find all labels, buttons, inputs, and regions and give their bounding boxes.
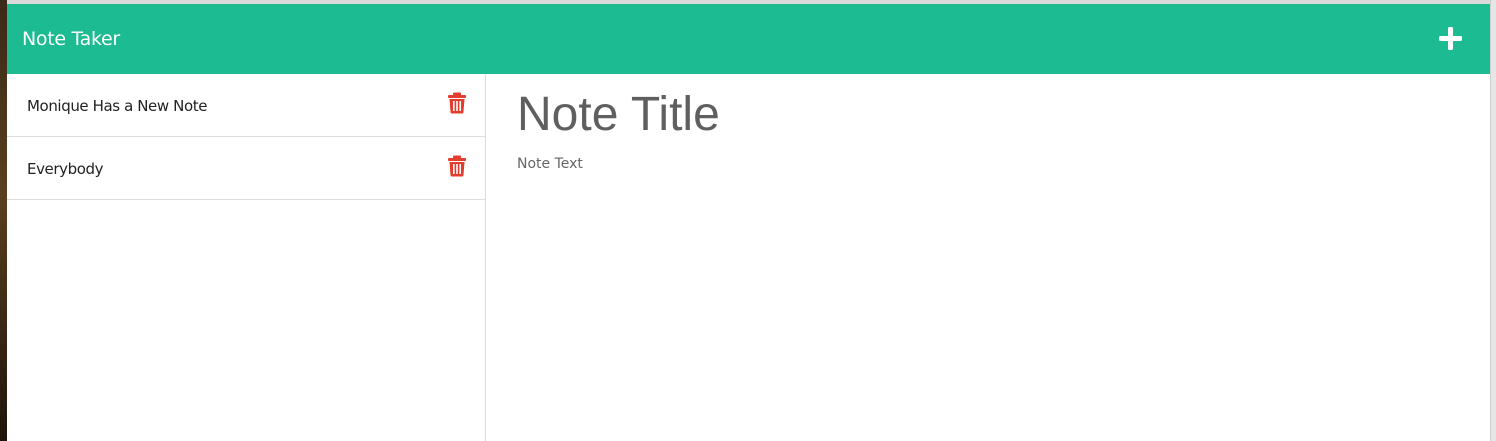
trash-icon: [448, 155, 466, 177]
note-item-title: Everybody: [27, 160, 104, 178]
note-list-item[interactable]: Everybody: [7, 137, 485, 200]
note-list-item[interactable]: Monique Has a New Note: [7, 74, 485, 137]
plus-icon: [1439, 27, 1462, 50]
app-brand[interactable]: Note Taker: [22, 26, 120, 52]
note-title-input[interactable]: [517, 84, 1417, 144]
window-left-edge: [0, 0, 7, 441]
trash-icon: [448, 92, 466, 114]
window-scrollbar[interactable]: [1490, 0, 1496, 441]
new-note-button[interactable]: [1437, 25, 1464, 52]
note-list: Monique Has a New Note Everybody: [7, 74, 485, 200]
note-taker-app: Note Taker Monique Has a New Note Everyb…: [7, 4, 1490, 441]
delete-note-button[interactable]: [447, 155, 467, 177]
note-editor: [487, 74, 1490, 441]
navbar: Note Taker: [7, 4, 1490, 74]
delete-note-button[interactable]: [447, 92, 467, 114]
note-text-input[interactable]: [517, 154, 1457, 414]
note-list-sidebar: Monique Has a New Note Everybody: [7, 74, 486, 441]
note-item-title: Monique Has a New Note: [27, 97, 208, 115]
